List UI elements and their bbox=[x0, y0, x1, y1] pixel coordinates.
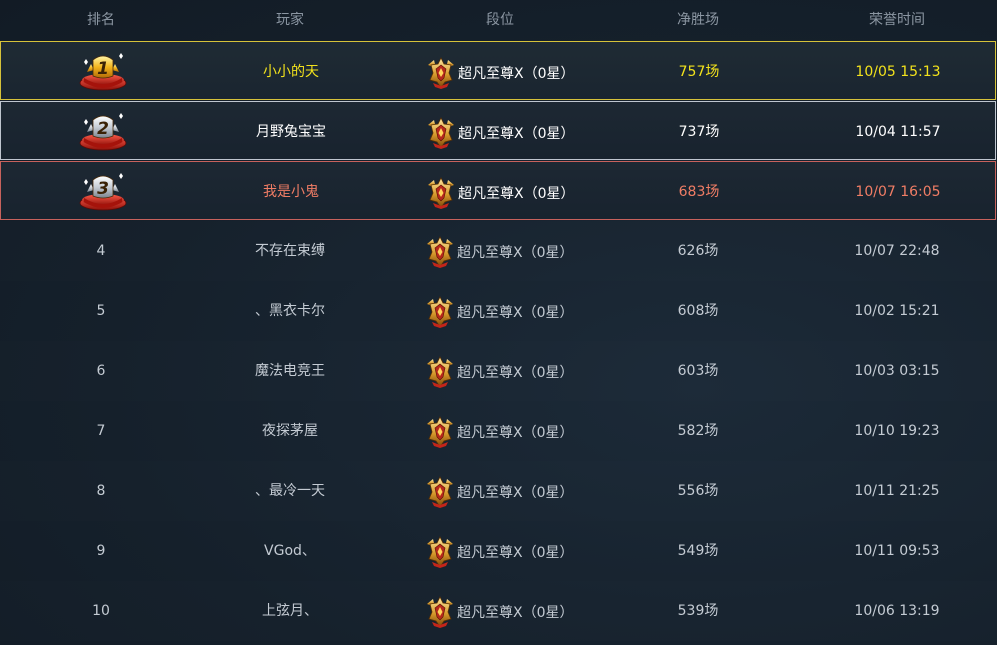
tier-label: 超凡至尊Ⅹ（0星） bbox=[457, 605, 574, 621]
tier-cell: 超凡至尊Ⅹ（0星） bbox=[424, 474, 574, 510]
tier-label: 超凡至尊Ⅹ（0星） bbox=[458, 66, 575, 82]
tier-cell: 超凡至尊Ⅹ（0星） bbox=[425, 175, 575, 211]
net-wins: 626场 bbox=[677, 243, 719, 259]
honor-time: 10/10 19:23 bbox=[854, 423, 940, 439]
net-wins: 582场 bbox=[677, 423, 719, 439]
table-header: 排名 玩家 段位 净胜场 荣誉时间 bbox=[0, 0, 997, 41]
header-honor-time: 荣誉时间 bbox=[869, 12, 925, 28]
net-wins: 549场 bbox=[677, 543, 719, 559]
honor-time: 10/06 13:19 bbox=[854, 603, 940, 619]
rank-number: 9 bbox=[96, 543, 106, 559]
table-row: 9 VGod、 超凡至尊Ⅹ（0星） 549场 10/11 09:53 bbox=[0, 521, 997, 581]
player-name[interactable]: 月野兔宝宝 bbox=[191, 123, 391, 141]
tier-cell: 超凡至尊Ⅹ（0星） bbox=[424, 414, 574, 450]
player-name[interactable]: 上弦月、 bbox=[190, 602, 390, 620]
medal-rank-label: 1 bbox=[97, 59, 109, 79]
tier-label: 超凡至尊Ⅹ（0星） bbox=[457, 305, 574, 321]
net-wins: 539场 bbox=[677, 603, 719, 619]
tier-label: 超凡至尊Ⅹ（0星） bbox=[457, 425, 574, 441]
net-wins: 737场 bbox=[678, 124, 720, 140]
net-wins: 757场 bbox=[678, 64, 720, 80]
tier-cell: 超凡至尊Ⅹ（0星） bbox=[424, 594, 574, 630]
tier-label: 超凡至尊Ⅹ（0星） bbox=[457, 365, 574, 381]
honor-time: 10/02 15:21 bbox=[854, 303, 940, 319]
honor-time: 10/03 03:15 bbox=[854, 363, 940, 379]
tier-emblem-icon bbox=[427, 596, 453, 628]
bronze-medal-icon: 3 bbox=[79, 173, 127, 211]
table-row: 3 我是小鬼 超凡至尊Ⅹ（0星） 683场 10/07 16:05 bbox=[0, 161, 996, 220]
tier-emblem-icon bbox=[427, 416, 453, 448]
table-row: 7 夜探茅屋 超凡至尊Ⅹ（0星） 582场 10/10 19:23 bbox=[0, 401, 997, 461]
table-row: 4 不存在束缚 超凡至尊Ⅹ（0星） 626场 10/07 22:48 bbox=[0, 221, 997, 281]
net-wins: 683场 bbox=[678, 184, 720, 200]
player-name[interactable]: 夜探茅屋 bbox=[190, 422, 390, 440]
tier-emblem-icon bbox=[427, 296, 453, 328]
header-player: 玩家 bbox=[276, 12, 304, 28]
tier-label: 超凡至尊Ⅹ（0星） bbox=[457, 545, 574, 561]
silver-medal-icon: 2 bbox=[79, 113, 127, 151]
rank-number: 6 bbox=[96, 363, 106, 379]
honor-time: 10/05 15:13 bbox=[855, 64, 941, 80]
header-rank: 排名 bbox=[87, 12, 115, 28]
player-name[interactable]: VGod、 bbox=[190, 542, 390, 560]
tier-cell: 超凡至尊Ⅹ（0星） bbox=[425, 55, 575, 91]
tier-emblem-icon bbox=[427, 476, 453, 508]
table-row: 5 、黑衣卡尔 超凡至尊Ⅹ（0星） 608场 10/02 15:21 bbox=[0, 281, 997, 341]
tier-emblem-icon bbox=[428, 57, 454, 89]
rank-number: 10 bbox=[92, 603, 110, 619]
rank-number: 8 bbox=[96, 483, 106, 499]
player-name[interactable]: 不存在束缚 bbox=[190, 242, 390, 260]
honor-time: 10/11 21:25 bbox=[854, 483, 940, 499]
rank-number: 7 bbox=[96, 423, 106, 439]
tier-emblem-icon bbox=[428, 117, 454, 149]
player-name[interactable]: 小小的天 bbox=[191, 63, 391, 81]
header-tier: 段位 bbox=[486, 12, 514, 28]
tier-cell: 超凡至尊Ⅹ（0星） bbox=[425, 115, 575, 151]
table-row: 1 小小的天 超凡至尊Ⅹ（0星） 757场 10/05 15:13 bbox=[0, 41, 996, 100]
rank-number: 4 bbox=[96, 243, 106, 259]
table-row: 8 、最冷一天 超凡至尊Ⅹ（0星） 556场 10/11 21:25 bbox=[0, 461, 997, 521]
tier-cell: 超凡至尊Ⅹ（0星） bbox=[424, 294, 574, 330]
table-row: 2 月野兔宝宝 超凡至尊Ⅹ（0星） 737场 10/04 11:57 bbox=[0, 101, 996, 160]
medal-rank-label: 2 bbox=[97, 119, 109, 139]
player-name[interactable]: 、最冷一天 bbox=[190, 482, 390, 500]
table-row: 6 魔法电竞王 超凡至尊Ⅹ（0星） 603场 10/03 03:15 bbox=[0, 341, 997, 401]
tier-label: 超凡至尊Ⅹ（0星） bbox=[457, 245, 574, 261]
tier-emblem-icon bbox=[427, 236, 453, 268]
net-wins: 608场 bbox=[677, 303, 719, 319]
player-name[interactable]: 我是小鬼 bbox=[191, 183, 391, 201]
tier-cell: 超凡至尊Ⅹ（0星） bbox=[424, 234, 574, 270]
rank-number: 5 bbox=[96, 303, 106, 319]
tier-cell: 超凡至尊Ⅹ（0星） bbox=[424, 354, 574, 390]
honor-time: 10/07 22:48 bbox=[854, 243, 940, 259]
net-wins: 556场 bbox=[677, 483, 719, 499]
header-net-wins: 净胜场 bbox=[677, 12, 719, 28]
gold-medal-icon: 1 bbox=[79, 53, 127, 91]
player-name[interactable]: 、黑衣卡尔 bbox=[190, 302, 390, 320]
leaderboard: 排名 玩家 段位 净胜场 荣誉时间 1 小小的天 超凡至尊Ⅹ（0星） 757场 10/0… bbox=[0, 0, 997, 645]
tier-label: 超凡至尊Ⅹ（0星） bbox=[457, 485, 574, 501]
medal-rank-label: 3 bbox=[97, 179, 109, 199]
tier-label: 超凡至尊Ⅹ（0星） bbox=[458, 126, 575, 142]
honor-time: 10/11 09:53 bbox=[854, 543, 940, 559]
honor-time: 10/07 16:05 bbox=[855, 184, 941, 200]
tier-label: 超凡至尊Ⅹ（0星） bbox=[458, 186, 575, 202]
honor-time: 10/04 11:57 bbox=[855, 124, 941, 140]
tier-cell: 超凡至尊Ⅹ（0星） bbox=[424, 534, 574, 570]
player-name[interactable]: 魔法电竞王 bbox=[190, 362, 390, 380]
tier-emblem-icon bbox=[427, 536, 453, 568]
table-row: 10 上弦月、 超凡至尊Ⅹ（0星） 539场 10/06 13:19 bbox=[0, 581, 997, 641]
net-wins: 603场 bbox=[677, 363, 719, 379]
tier-emblem-icon bbox=[428, 177, 454, 209]
tier-emblem-icon bbox=[427, 356, 453, 388]
